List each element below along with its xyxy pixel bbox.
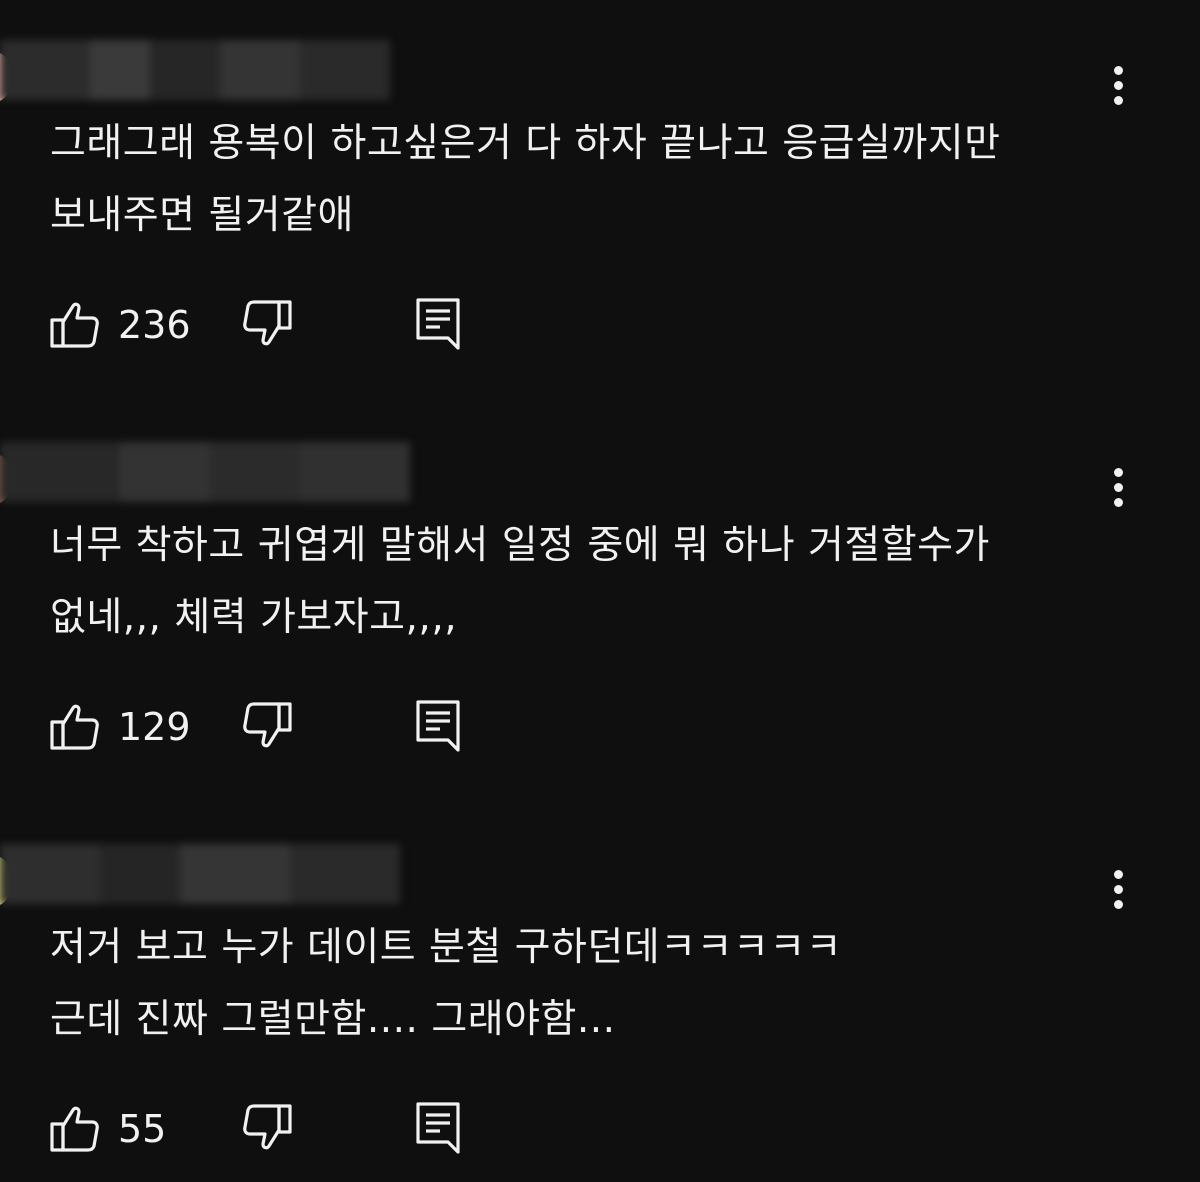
more-options-button[interactable]	[1102, 62, 1136, 110]
comment-actions: 129	[48, 696, 498, 756]
reply-button[interactable]	[414, 698, 464, 752]
dislike-button[interactable]	[242, 700, 298, 752]
more-options-button[interactable]	[1102, 866, 1136, 914]
reply-button[interactable]	[414, 296, 464, 350]
dislike-button[interactable]	[242, 1102, 298, 1154]
dislike-button[interactable]	[242, 298, 298, 350]
thumbs-up-icon	[50, 704, 99, 750]
like-button[interactable]	[48, 700, 104, 752]
reply-button[interactable]	[414, 1100, 464, 1154]
like-button[interactable]	[48, 298, 104, 350]
blurred-author-name	[0, 442, 440, 502]
reply-comment-icon	[416, 1102, 460, 1154]
comment-text: 너무 착하고 귀엽게 말해서 일정 중에 뭐 하나 거절할수가 없네,,, 체력…	[50, 510, 1090, 654]
thumbs-up-icon	[50, 302, 99, 348]
reply-comment-icon	[416, 298, 460, 350]
comment-actions: 55	[48, 1098, 498, 1158]
blurred-author-name	[0, 844, 440, 904]
like-count: 236	[118, 303, 191, 347]
reply-comment-icon	[416, 700, 460, 752]
more-options-button[interactable]	[1102, 464, 1136, 512]
comment-text: 저거 보고 누가 데이트 분철 구하던데ㅋㅋㅋㅋㅋ 근데 진짜 그럴만함....…	[50, 912, 1090, 1056]
thumbs-down-icon	[243, 702, 292, 748]
comment-line: 근데 진짜 그럴만함.... 그래야함...	[50, 997, 616, 1042]
comment-line: 너무 착하고 귀엽게 말해서 일정 중에 뭐 하나 거절할수가	[50, 523, 990, 568]
thumbs-down-icon	[243, 300, 292, 346]
comment-actions: 236	[48, 294, 498, 354]
thumbs-down-icon	[243, 1104, 292, 1150]
comment-line: 보내주면 될거같애	[50, 193, 354, 238]
comment-line: 그래그래 용복이 하고싶은거 다 하자 끝나고 응급실까지만	[50, 121, 1001, 166]
thumbs-up-icon	[50, 1106, 99, 1152]
blurred-author-name	[0, 40, 440, 100]
like-button[interactable]	[48, 1102, 104, 1154]
comment-line: 저거 보고 누가 데이트 분철 구하던데ㅋㅋㅋㅋㅋ	[50, 925, 843, 970]
comment-line: 없네,,, 체력 가보자고,,,,	[50, 595, 458, 640]
like-count: 55	[118, 1107, 167, 1151]
like-count: 129	[118, 705, 191, 749]
comment-text: 그래그래 용복이 하고싶은거 다 하자 끝나고 응급실까지만 보내주면 될거같애	[50, 108, 1090, 252]
